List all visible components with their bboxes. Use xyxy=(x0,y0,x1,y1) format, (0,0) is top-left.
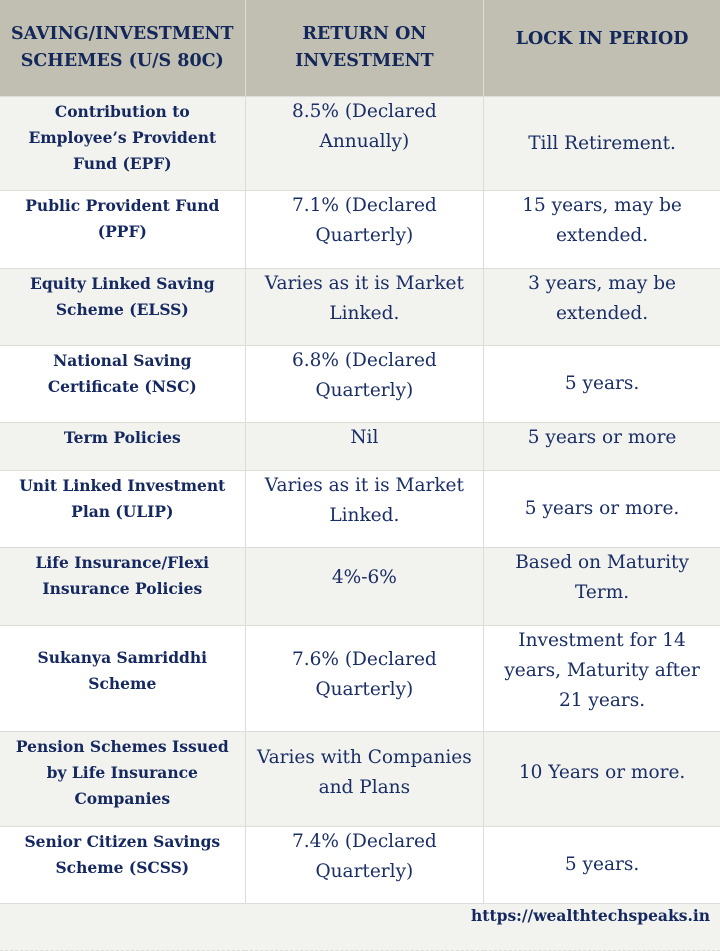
tax-saving-schemes-table: SAVING/INVESTMENT SCHEMES (U/S 80C) RETU… xyxy=(0,0,720,951)
scheme-cell: Sukanya Samriddhi Scheme xyxy=(0,625,246,732)
table-row: Senior Citizen Savings Scheme (SCSS) 7.4… xyxy=(0,826,720,904)
header-lock-in: LOCK IN PERIOD xyxy=(483,0,720,97)
footer-row: https://wealthtechspeaks.in xyxy=(0,903,720,951)
table-row: Contribution to Employee’s Provident Fun… xyxy=(0,96,720,191)
lock-in-cell: Based on Maturity Term. xyxy=(483,547,720,626)
table-row: Term Policies Nil 5 years or more xyxy=(0,422,720,471)
table-row: Equity Linked Saving Scheme (ELSS) Varie… xyxy=(0,268,720,346)
scheme-cell: Term Policies xyxy=(0,422,246,471)
footer-cell: https://wealthtechspeaks.in xyxy=(0,903,720,951)
scheme-cell: Public Provident Fund (PPF) xyxy=(0,190,246,269)
header-scheme: SAVING/INVESTMENT SCHEMES (U/S 80C) xyxy=(0,0,246,97)
scheme-cell: Life Insurance/Flexi Insurance Policies xyxy=(0,547,246,626)
lock-in-cell: Till Retirement. xyxy=(483,96,720,191)
return-cell: Varies as it is Market Linked. xyxy=(245,470,485,548)
scheme-cell: National Saving Certificate (NSC) xyxy=(0,345,246,423)
header-return: RETURN ON INVESTMENT xyxy=(245,0,485,97)
lock-in-cell: 5 years or more xyxy=(483,422,720,471)
return-cell: 7.6% (Declared Quarterly) xyxy=(245,625,485,732)
table-row: Sukanya Samriddhi Scheme 7.6% (Declared … xyxy=(0,625,720,732)
table-row: Public Provident Fund (PPF) 7.1% (Declar… xyxy=(0,190,720,269)
return-cell: 7.1% (Declared Quarterly) xyxy=(245,190,485,269)
table-row: Pension Schemes Issued by Life Insurance… xyxy=(0,731,720,827)
scheme-cell: Equity Linked Saving Scheme (ELSS) xyxy=(0,268,246,346)
lock-in-cell: 5 years or more. xyxy=(483,470,720,548)
return-cell: 4%-6% xyxy=(245,547,485,626)
scheme-cell: Contribution to Employee’s Provident Fun… xyxy=(0,96,246,191)
lock-in-cell: Investment for 14 years, Maturity after … xyxy=(483,625,720,732)
lock-in-cell: 3 years, may be extended. xyxy=(483,268,720,346)
lock-in-cell: 5 years. xyxy=(483,826,720,904)
lock-in-cell: 10 Years or more. xyxy=(483,731,720,827)
return-cell: Varies with Companies and Plans xyxy=(245,731,485,827)
return-cell: 8.5% (Declared Annually) xyxy=(245,96,485,191)
header-row: SAVING/INVESTMENT SCHEMES (U/S 80C) RETU… xyxy=(0,0,720,97)
table-row: Life Insurance/Flexi Insurance Policies … xyxy=(0,547,720,626)
return-cell: 6.8% (Declared Quarterly) xyxy=(245,345,485,423)
return-cell: Varies as it is Market Linked. xyxy=(245,268,485,346)
scheme-cell: Senior Citizen Savings Scheme (SCSS) xyxy=(0,826,246,904)
website-link[interactable]: https://wealthtechspeaks.in xyxy=(471,906,710,925)
return-cell: Nil xyxy=(245,422,485,471)
lock-in-cell: 5 years. xyxy=(483,345,720,423)
table-row: National Saving Certificate (NSC) 6.8% (… xyxy=(0,345,720,423)
return-cell: 7.4% (Declared Quarterly) xyxy=(245,826,485,904)
scheme-cell: Pension Schemes Issued by Life Insurance… xyxy=(0,731,246,827)
scheme-cell: Unit Linked Investment Plan (ULIP) xyxy=(0,470,246,548)
lock-in-cell: 15 years, may be extended. xyxy=(483,190,720,269)
table-row: Unit Linked Investment Plan (ULIP) Varie… xyxy=(0,470,720,548)
